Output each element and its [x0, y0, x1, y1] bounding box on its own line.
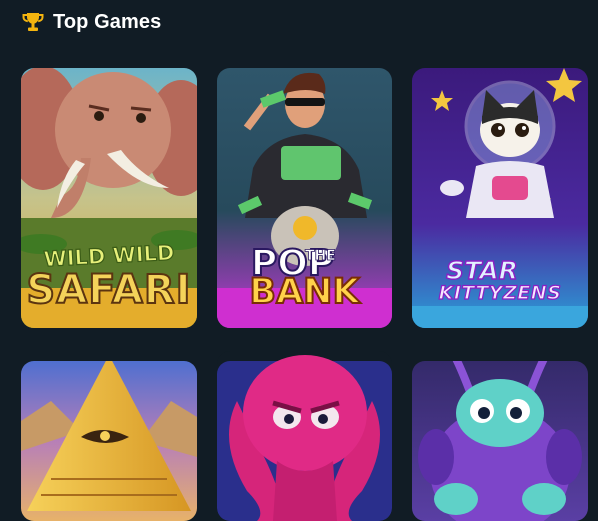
section-header: Top Games	[22, 9, 161, 35]
game-card-alien[interactable]	[412, 361, 588, 521]
game-logo-line2: KITTYZENS	[438, 282, 562, 304]
game-logo-line1-small: THE	[305, 248, 337, 264]
game-thumbnail	[21, 361, 197, 521]
game-logo-line2: SAFARI	[25, 267, 192, 313]
game-card-pop-the-bank[interactable]: POP THE BANK	[217, 68, 392, 328]
game-card-octopus[interactable]	[217, 351, 392, 521]
game-card-wild-wild-safari[interactable]: WILD WILD SAFARI	[21, 68, 197, 328]
game-card-pyramid[interactable]	[21, 361, 197, 521]
game-logo-line2: BANK	[248, 272, 360, 312]
game-thumbnail	[412, 361, 588, 521]
trophy-icon	[22, 11, 44, 33]
game-thumbnail	[217, 351, 392, 521]
game-logo-line1: STAR	[445, 256, 518, 285]
section-title: Top Games	[53, 10, 162, 33]
game-card-star-kittyzens[interactable]: STAR KITTYZENS	[412, 68, 588, 328]
